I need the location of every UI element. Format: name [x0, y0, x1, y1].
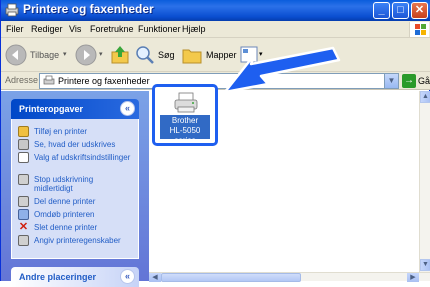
window-title: Printere og faxenheder — [23, 2, 154, 16]
task-label: Del denne printer — [34, 197, 96, 206]
printer-icon — [174, 92, 198, 113]
folders-button[interactable]: Mapper — [181, 43, 237, 67]
views-dropdown-icon[interactable]: ▾ — [259, 50, 263, 58]
forward-button[interactable]: ▾ — [75, 43, 107, 67]
search-icon — [136, 46, 154, 64]
back-button[interactable]: Tilbage ▾ — [5, 43, 71, 67]
menu-foretrukne[interactable]: Foretrukne — [90, 24, 134, 34]
collapse-chevron-icon[interactable]: « — [120, 269, 135, 284]
task-printing-preferences[interactable]: Valg af udskriftsindstillinger — [18, 152, 136, 170]
task-label: Se, hvad der udskrives — [34, 140, 116, 149]
up-folder-button[interactable] — [109, 43, 131, 67]
other-places-panel: Andre placeringer « — [11, 267, 139, 287]
menu-hjaelp[interactable]: Hjælp — [182, 24, 206, 34]
back-label: Tilbage — [30, 50, 60, 60]
forward-arrow-icon — [75, 44, 97, 66]
task-label: Omdøb printeren — [34, 210, 95, 219]
address-label: Adresse — [5, 75, 39, 85]
preferences-icon — [18, 152, 29, 163]
pause-printer-icon — [18, 174, 29, 185]
printer-tasks-title: Printeropgaver — [19, 104, 84, 114]
views-icon — [240, 46, 258, 63]
other-places-header[interactable]: Andre placeringer « — [11, 267, 139, 287]
task-label: Slet denne printer — [34, 223, 98, 232]
search-label: Søg — [158, 50, 175, 60]
vertical-scrollbar[interactable]: ▲ ▼ — [419, 91, 430, 272]
address-field[interactable]: Printere og faxenheder ▼ — [39, 73, 399, 89]
forward-dropdown-icon[interactable]: ▾ — [99, 50, 103, 58]
maximize-button[interactable]: □ — [392, 2, 409, 19]
windows-logo-icon — [409, 22, 429, 37]
printer-tasks-list: Tilføj en printer Se, hvad der udskrives… — [11, 119, 139, 259]
printer-folder-icon — [5, 3, 19, 17]
scroll-up-icon[interactable]: ▲ — [420, 91, 430, 103]
toolbar: Tilbage ▾ ▾ Søg Mapper ▾ — [1, 38, 430, 72]
explorer-window: Printere og faxenheder _ □ ✕ Filer Redig… — [0, 0, 430, 287]
task-sidebar: Printeropgaver « Tilføj en printer Se, h… — [1, 91, 149, 287]
printer-tasks-panel: Printeropgaver « Tilføj en printer Se, h… — [11, 99, 139, 259]
title-bar[interactable]: Printere og faxenheder _ □ ✕ — [1, 0, 430, 21]
printer-folder-icon — [43, 75, 55, 85]
up-folder-icon — [111, 46, 129, 64]
minimize-button[interactable]: _ — [373, 2, 390, 19]
folders-label: Mapper — [206, 50, 237, 60]
share-printer-icon — [18, 196, 29, 207]
printer-item-brother[interactable]: Brother HL-5050 series — [152, 84, 218, 146]
views-button[interactable]: ▾ — [239, 43, 265, 67]
back-arrow-icon — [5, 44, 27, 66]
menu-filer[interactable]: Filer — [6, 24, 24, 34]
collapse-chevron-icon[interactable]: « — [120, 101, 135, 116]
address-value: Printere og faxenheder — [58, 76, 150, 86]
task-printer-properties[interactable]: Angiv printeregenskaber — [18, 235, 136, 253]
address-dropdown-icon[interactable]: ▼ — [384, 74, 398, 88]
print-queue-icon — [18, 139, 29, 150]
task-label: Valg af udskriftsindstillinger — [34, 153, 131, 162]
menu-rediger[interactable]: Rediger — [31, 24, 63, 34]
back-dropdown-icon[interactable]: ▾ — [63, 50, 67, 58]
task-pause-printing[interactable]: Stop udskrivning midlertidigt — [18, 174, 136, 193]
task-label: Angiv printeregenskaber — [34, 236, 121, 245]
menu-vis[interactable]: Vis — [69, 24, 81, 34]
printer-name-label: Brother HL-5050 series — [160, 115, 210, 145]
menu-bar: Filer Rediger Vis Foretrukne Funktioner … — [1, 21, 430, 38]
horizontal-scrollbar[interactable]: ◀ ▶ — [149, 272, 430, 282]
go-label[interactable]: Gå — [418, 76, 430, 86]
close-button[interactable]: ✕ — [411, 2, 428, 19]
delete-x-icon: ✕ — [18, 221, 29, 233]
menu-funktioner[interactable]: Funktioner — [138, 24, 181, 34]
properties-icon — [18, 235, 29, 246]
scroll-down-icon[interactable]: ▼ — [420, 259, 430, 271]
search-button[interactable]: Søg — [135, 43, 179, 67]
printer-model: HL-5050 series — [169, 126, 201, 145]
go-arrow-icon[interactable]: → — [402, 74, 416, 88]
task-label: Tilføj en printer — [34, 127, 88, 136]
folders-icon — [182, 49, 202, 64]
add-printer-icon — [18, 126, 29, 137]
printer-brand: Brother — [171, 116, 199, 125]
rename-icon — [18, 209, 29, 220]
task-label: Stop udskrivning midlertidigt — [34, 175, 94, 193]
printer-tasks-header[interactable]: Printeropgaver « — [11, 99, 139, 119]
